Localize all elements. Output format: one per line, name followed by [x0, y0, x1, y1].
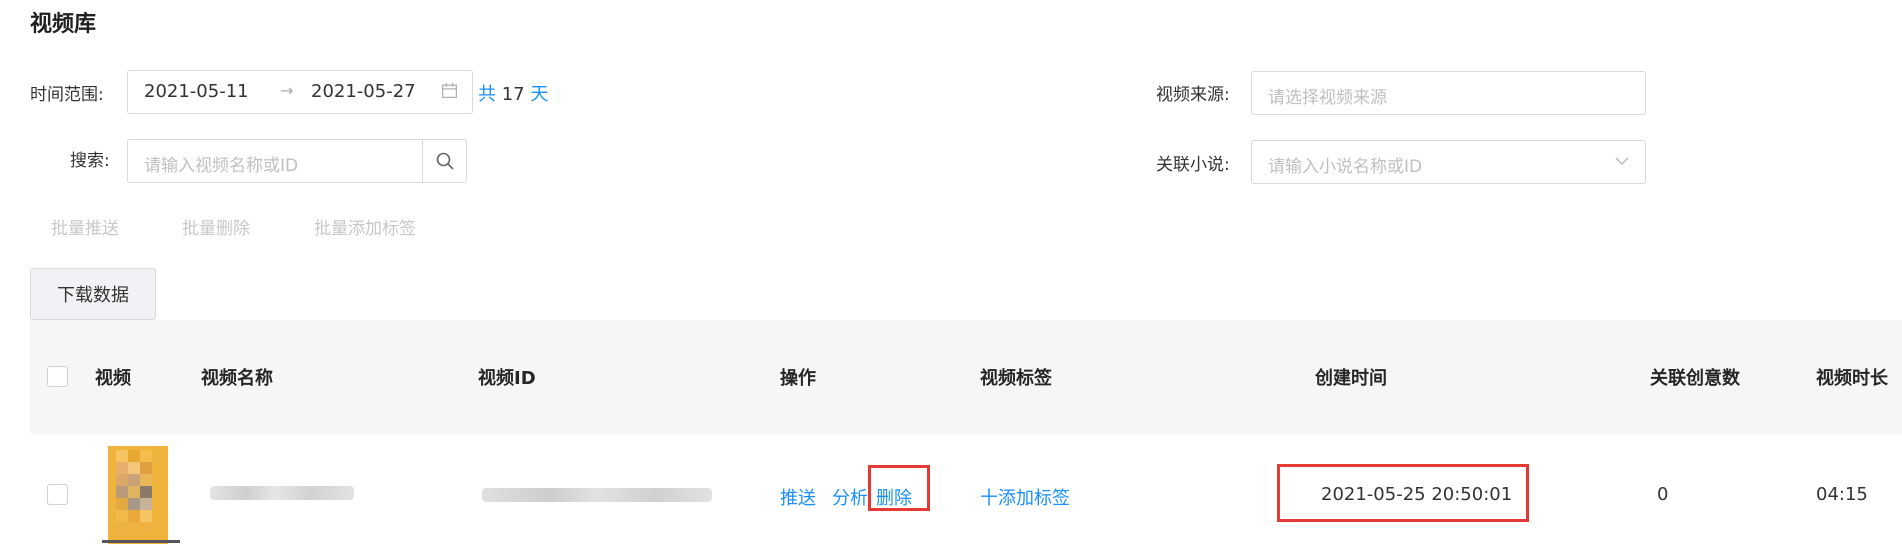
day-count-number: 17 — [501, 84, 525, 105]
novel-select[interactable]: 请输入小说名称或ID — [1251, 140, 1646, 184]
source-label: 视频来源: — [1156, 85, 1230, 105]
delete-highlight-box — [868, 465, 930, 511]
search-button[interactable] — [422, 140, 466, 182]
column-video-id: 视频ID — [478, 368, 536, 389]
source-select[interactable]: 请选择视频来源 — [1251, 71, 1646, 115]
table-row: 推送 分析 删除 十添加标签 2021-05-25 20:50:01 0 04:… — [30, 434, 1902, 545]
table-header: 视频 视频名称 视频ID 操作 视频标签 创建时间 关联创意数 视频时长 — [30, 320, 1902, 434]
duration-value: 04:15 — [1816, 484, 1868, 505]
download-data-button[interactable]: 下载数据 — [30, 268, 156, 320]
search-placeholder: 请输入视频名称或ID — [144, 156, 299, 176]
column-video-name: 视频名称 — [201, 368, 273, 389]
add-tag-link[interactable]: 十添加标签 — [980, 484, 1070, 510]
column-video: 视频 — [95, 368, 131, 389]
day-count-prefix: 共 — [478, 84, 496, 105]
batch-add-tag-button[interactable]: 批量添加标签 — [314, 214, 416, 239]
video-id-redacted — [482, 488, 712, 502]
calendar-icon[interactable] — [441, 82, 458, 99]
source-placeholder: 请选择视频来源 — [1268, 88, 1387, 108]
creative-count-value: 0 — [1657, 484, 1669, 505]
row-checkbox[interactable] — [47, 484, 68, 505]
video-thumbnail[interactable] — [108, 446, 168, 544]
batch-delete-button[interactable]: 批量删除 — [182, 214, 250, 239]
date-range-label: 时间范围: — [30, 85, 104, 105]
novel-label: 关联小说: — [1156, 155, 1230, 175]
push-link[interactable]: 推送 — [780, 484, 816, 510]
range-arrow: → — [280, 81, 294, 100]
select-all-checkbox[interactable] — [47, 366, 68, 387]
search-icon — [436, 152, 454, 170]
analyze-link[interactable]: 分析 — [832, 484, 868, 510]
chevron-down-icon[interactable] — [1615, 154, 1629, 168]
date-range-picker[interactable]: 2021-05-11 → 2021-05-27 — [127, 70, 473, 114]
batch-push-button[interactable]: 批量推送 — [51, 214, 119, 239]
column-created-at: 创建时间 — [1315, 368, 1387, 389]
column-creative-count: 关联创意数 — [1650, 368, 1740, 389]
video-name-redacted — [210, 486, 354, 500]
search-label: 搜索: — [70, 151, 110, 171]
day-count-suffix: 天 — [530, 84, 549, 105]
thumbnail-underline — [102, 540, 180, 543]
column-actions: 操作 — [780, 368, 816, 389]
column-duration: 视频时长 — [1816, 368, 1888, 389]
thumbnail-image — [108, 446, 168, 544]
page-title: 视频库 — [30, 12, 97, 37]
column-video-tags: 视频标签 — [980, 368, 1052, 389]
start-date[interactable]: 2021-05-11 — [144, 81, 249, 102]
search-box[interactable]: 请输入视频名称或ID — [127, 139, 467, 183]
created-at-highlight-box — [1277, 464, 1529, 522]
novel-placeholder: 请输入小说名称或ID — [1268, 157, 1423, 177]
day-count: 共 17 天 — [478, 80, 548, 106]
end-date[interactable]: 2021-05-27 — [311, 81, 416, 102]
